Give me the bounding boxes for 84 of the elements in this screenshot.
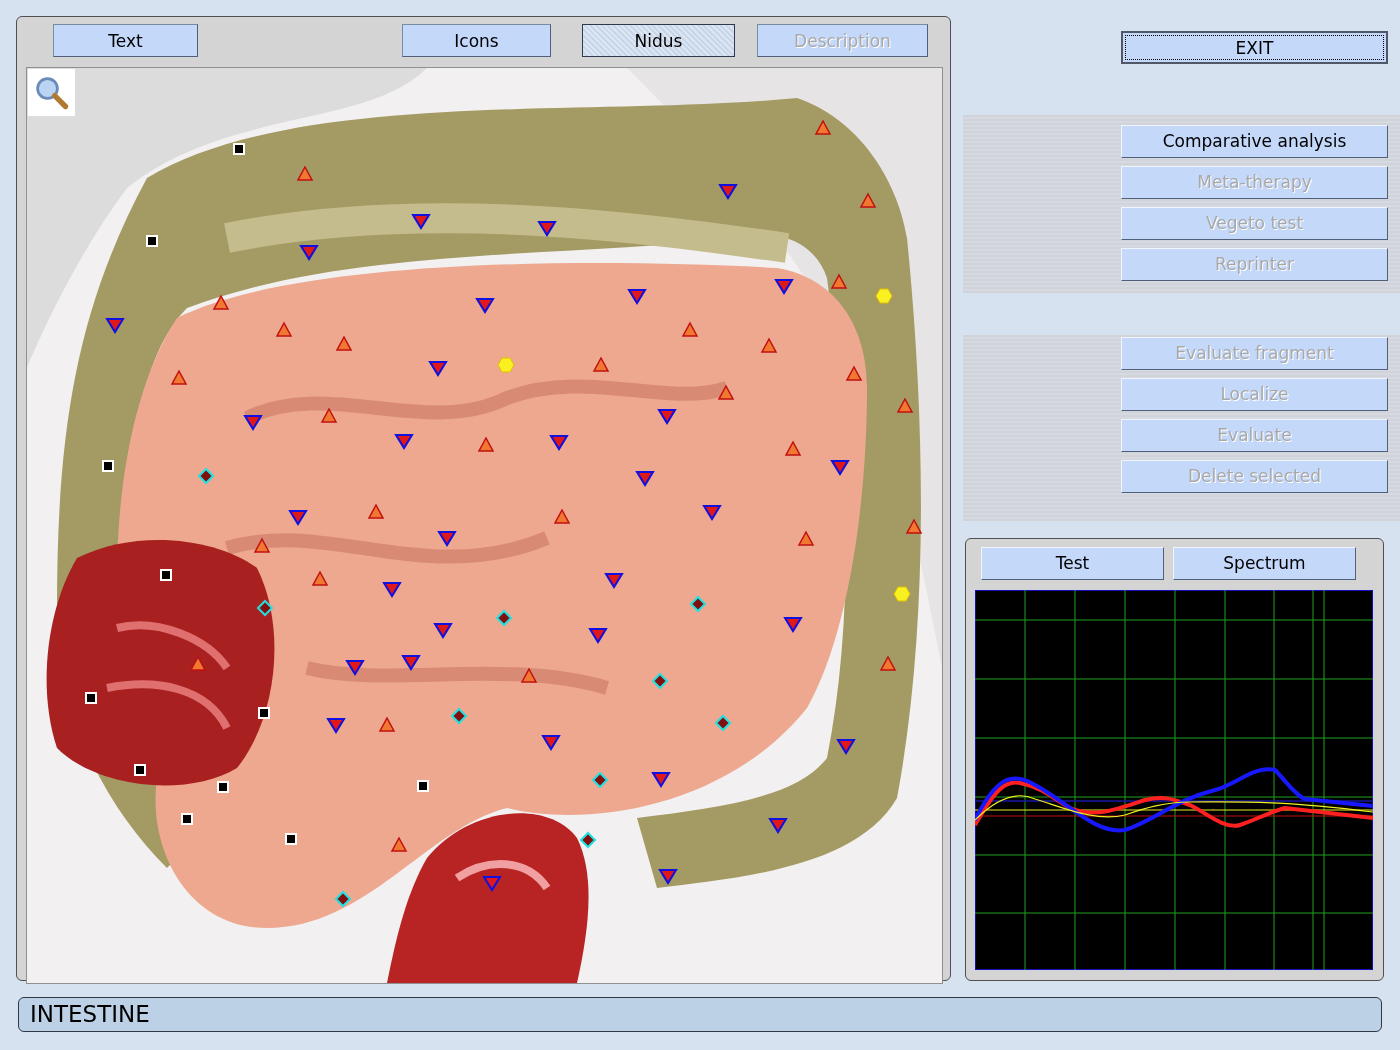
triangle-icon[interactable]	[394, 434, 414, 450]
triangle-icon[interactable]	[311, 570, 329, 586]
triangle-icon[interactable]	[401, 655, 421, 671]
triangle-icon[interactable]	[905, 518, 923, 534]
square-icon[interactable]	[146, 235, 158, 247]
triangle-icon[interactable]	[477, 436, 495, 452]
triangle-icon[interactable]	[275, 321, 293, 337]
diamond-icon[interactable]	[579, 831, 597, 849]
triangle-icon[interactable]	[702, 505, 722, 521]
triangle-icon[interactable]	[335, 335, 353, 351]
triangle-icon[interactable]	[170, 369, 188, 385]
triangle-icon[interactable]	[604, 573, 624, 589]
triangle-icon[interactable]	[390, 836, 408, 852]
zoom-button[interactable]	[28, 69, 75, 116]
diamond-icon[interactable]	[714, 714, 732, 732]
triangle-icon[interactable]	[760, 337, 778, 353]
triangle-icon[interactable]	[105, 318, 125, 334]
square-icon[interactable]	[181, 813, 193, 825]
triangle-icon[interactable]	[382, 582, 402, 598]
triangle-icon[interactable]	[797, 530, 815, 546]
tab[interactable]: Text	[53, 24, 198, 57]
exit-button[interactable]: EXIT	[1121, 31, 1388, 64]
square-icon[interactable]	[134, 764, 146, 776]
triangle-icon[interactable]	[783, 617, 803, 633]
triangle-icon[interactable]	[845, 365, 863, 381]
triangle-icon[interactable]	[830, 460, 850, 476]
graph-button[interactable]: Test	[981, 546, 1164, 580]
tab[interactable]: Icons	[402, 24, 551, 57]
diamond-icon[interactable]	[651, 672, 669, 690]
triangle-icon[interactable]	[553, 508, 571, 524]
triangle-icon[interactable]	[635, 471, 655, 487]
triangle-icon[interactable]	[836, 739, 856, 755]
diamond-icon[interactable]	[689, 595, 707, 613]
diamond-icon[interactable]	[450, 707, 468, 725]
square-icon[interactable]	[217, 781, 229, 793]
triangle-icon[interactable]	[592, 356, 610, 372]
magnifier-icon	[33, 74, 70, 111]
triangle-icon[interactable]	[288, 510, 308, 526]
triangle-icon[interactable]	[475, 298, 495, 314]
triangle-icon[interactable]	[411, 214, 431, 230]
triangle-icon[interactable]	[718, 184, 738, 200]
triangle-icon[interactable]	[378, 716, 396, 732]
triangle-icon[interactable]	[299, 245, 319, 261]
triangle-icon[interactable]	[717, 384, 735, 400]
triangle-icon[interactable]	[243, 415, 263, 431]
square-icon[interactable]	[417, 780, 429, 792]
status-bar: INTESTINE	[18, 997, 1382, 1032]
triangle-icon[interactable]	[320, 407, 338, 423]
triangle-icon[interactable]	[345, 660, 365, 676]
triangle-icon[interactable]	[768, 818, 788, 834]
triangle-icon[interactable]	[189, 655, 207, 671]
diamond-icon[interactable]	[197, 467, 215, 485]
triangle-icon[interactable]	[433, 623, 453, 639]
triangle-icon[interactable]	[588, 628, 608, 644]
triangle-icon[interactable]	[774, 279, 794, 295]
triangle-icon[interactable]	[681, 321, 699, 337]
square-icon[interactable]	[285, 833, 297, 845]
triangle-icon[interactable]	[428, 361, 448, 377]
menu-button[interactable]: Comparative analysis	[1121, 124, 1388, 158]
tab[interactable]: Nidus	[582, 24, 735, 57]
triangle-icon[interactable]	[658, 869, 678, 885]
triangle-icon[interactable]	[657, 409, 677, 425]
square-icon[interactable]	[258, 707, 270, 719]
square-icon[interactable]	[85, 692, 97, 704]
triangle-icon[interactable]	[367, 503, 385, 519]
triangle-icon[interactable]	[437, 531, 457, 547]
square-icon[interactable]	[102, 460, 114, 472]
triangle-icon[interactable]	[326, 718, 346, 734]
triangle-icon[interactable]	[627, 289, 647, 305]
triangle-icon[interactable]	[651, 772, 671, 788]
triangle-icon[interactable]	[212, 294, 230, 310]
diamond-icon[interactable]	[591, 771, 609, 789]
square-icon[interactable]	[233, 143, 245, 155]
triangle-icon[interactable]	[784, 440, 802, 456]
square-icon[interactable]	[160, 569, 172, 581]
graph-button[interactable]: Spectrum	[1173, 546, 1356, 580]
triangle-icon[interactable]	[541, 735, 561, 751]
triangle-icon[interactable]	[253, 537, 271, 553]
triangle-icon[interactable]	[537, 221, 557, 237]
diamond-icon[interactable]	[334, 890, 352, 908]
triangle-icon[interactable]	[520, 667, 538, 683]
diamond-icon[interactable]	[495, 609, 513, 627]
triangle-icon[interactable]	[549, 435, 569, 451]
diamond-icon[interactable]	[256, 599, 274, 617]
